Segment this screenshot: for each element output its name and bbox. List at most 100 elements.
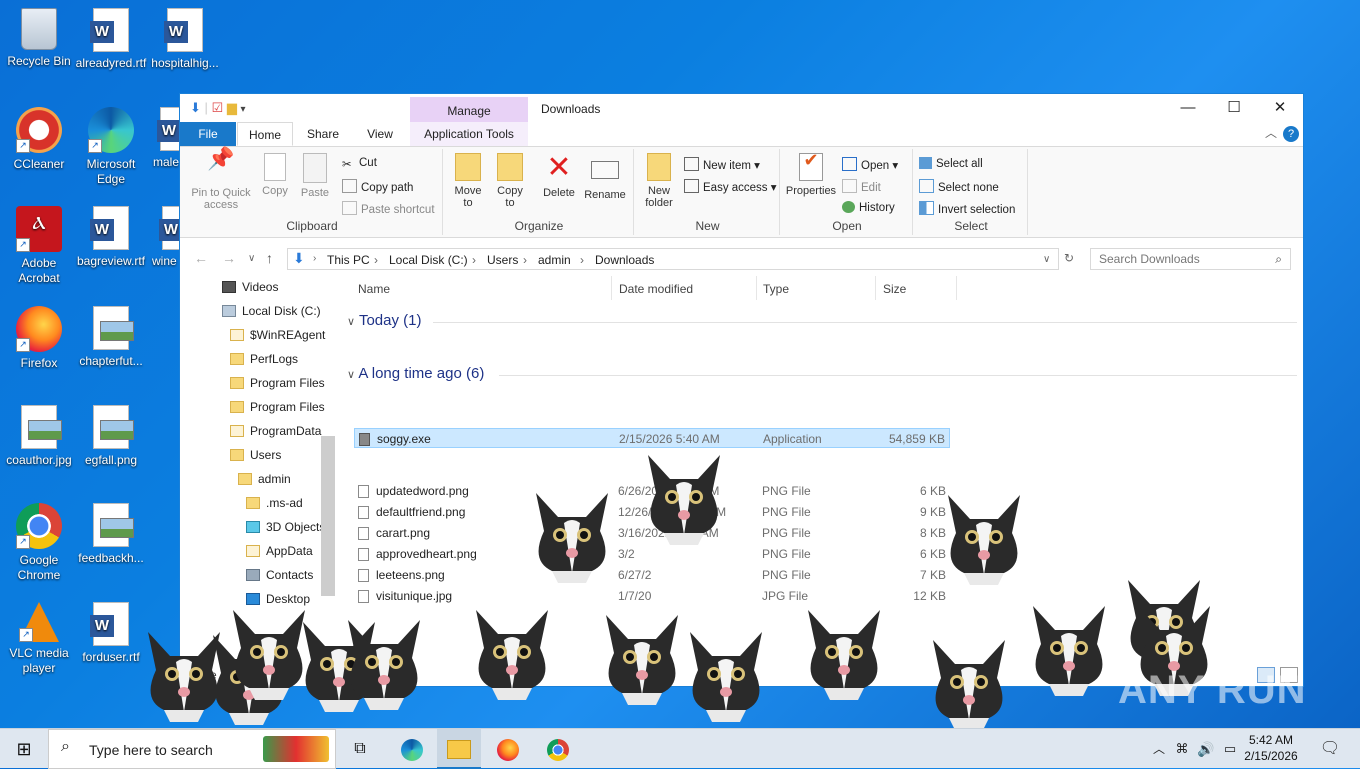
desktop-icon-ccleaner[interactable]: ↗ CCleaner — [0, 101, 78, 172]
select-none-button[interactable]: Select none — [919, 179, 999, 194]
tree-item-desktop[interactable]: Desktop — [246, 592, 310, 606]
desktop-icon-alreadyred[interactable]: alreadyred.rtf — [72, 2, 150, 71]
quick-access-toolbar[interactable]: ⬇ | ☑ ▆ ▾ — [190, 100, 245, 116]
delete-button[interactable]: ✕ Delete — [539, 153, 579, 200]
tree-item-programdata[interactable]: ProgramData — [230, 424, 321, 438]
tab-file[interactable]: File — [180, 122, 236, 146]
tab-home[interactable]: Home — [237, 122, 293, 146]
tab-share[interactable]: Share — [298, 122, 348, 146]
desktop-icon-recycle-bin[interactable]: Recycle Bin — [0, 2, 78, 69]
gift-icon[interactable] — [263, 736, 329, 762]
tree-item-winreagent[interactable]: $WinREAgent — [230, 328, 325, 342]
breadcrumb-this-pc[interactable]: This PC — [327, 253, 370, 267]
history-button[interactable]: History — [842, 201, 895, 214]
desktop-icon-chrome[interactable]: ↗ Google Chrome — [0, 497, 78, 583]
desktop-icon-bagreview[interactable]: bagreview.rtf — [72, 200, 150, 269]
column-name[interactable]: Name — [358, 282, 390, 296]
desktop-icon-edge[interactable]: ↗ Microsoft Edge — [72, 101, 150, 187]
invert-selection-button[interactable]: Invert selection — [919, 201, 1015, 216]
desktop-icon-hospitalhig[interactable]: hospitalhig... — [146, 2, 224, 71]
desktop-icon-coauthor[interactable]: coauthor.jpg — [0, 399, 78, 468]
tree-item-program-files-x86[interactable]: Program Files — [230, 400, 325, 414]
recent-chevron-icon[interactable]: ∨ — [248, 253, 255, 264]
tree-item-local-disk[interactable]: Local Disk (C:) — [222, 304, 321, 318]
tab-manage[interactable]: Manage — [410, 97, 528, 122]
desktop-icon-feedbackh[interactable]: feedbackh... — [72, 497, 150, 566]
refresh-icon[interactable]: ↻ — [1064, 251, 1074, 265]
maximize-button[interactable]: ☐ — [1211, 94, 1257, 122]
column-date-modified[interactable]: Date modified — [619, 282, 693, 296]
tree-item-3d-objects[interactable]: 3D Objects — [246, 520, 325, 534]
easy-access-button[interactable]: Easy access ▾ — [684, 179, 777, 194]
breadcrumb-local-disk[interactable]: Local Disk (C:) — [389, 253, 468, 267]
properties-icon[interactable]: ☑ — [212, 100, 224, 115]
table-row[interactable]: updatedword.png 6/26/2022 6:14 PM PNG Fi… — [354, 481, 950, 501]
rename-button[interactable]: Rename — [583, 153, 627, 201]
column-size[interactable]: Size — [883, 282, 906, 296]
paste-shortcut-button[interactable]: Paste shortcut — [342, 201, 435, 216]
tree-item-users[interactable]: Users — [230, 448, 281, 462]
taskbar-clock[interactable]: 5:42 AM 2/15/2026 — [1240, 732, 1302, 764]
show-hidden-icons-icon[interactable]: ︿ — [1150, 729, 1168, 769]
taskbar-file-explorer-icon[interactable] — [437, 729, 481, 769]
tab-application-tools[interactable]: Application Tools — [410, 122, 528, 146]
desktop-icon-firefox[interactable]: ↗ Firefox — [0, 300, 78, 371]
breadcrumb-admin[interactable]: admin — [538, 253, 571, 267]
network-icon[interactable]: ▭ — [1220, 729, 1240, 769]
tree-item-contacts[interactable]: Contacts — [246, 568, 313, 582]
tree-item-admin[interactable]: admin — [238, 472, 291, 486]
chevron-down-icon[interactable]: ▾ — [240, 104, 245, 115]
meet-now-icon[interactable]: ⌘ — [1172, 729, 1192, 769]
copy-button[interactable]: Copy — [258, 153, 292, 197]
open-button[interactable]: Open ▾ — [842, 157, 898, 172]
address-bar[interactable]: ⬇ › This PC › Local Disk (C:) › Users › … — [287, 248, 1059, 270]
address-dropdown-icon[interactable]: ∨ — [1043, 254, 1050, 265]
taskbar-chrome-icon[interactable] — [536, 729, 580, 769]
breadcrumb-downloads[interactable]: Downloads — [595, 253, 654, 267]
new-folder-button[interactable]: New folder — [640, 153, 678, 209]
notifications-icon[interactable]: 🗨 — [1312, 729, 1348, 769]
desktop-icon-acrobat[interactable]: ⲁ ↗ Adobe Acrobat — [0, 200, 78, 286]
taskbar-edge-icon[interactable] — [392, 729, 432, 769]
new-folder-icon[interactable]: ▆ — [227, 100, 237, 115]
move-to-button[interactable]: Move to — [451, 153, 485, 209]
table-row[interactable]: visitunique.jpg 1/7/20 JPG File 12 KB — [354, 586, 950, 606]
desktop-icon-vlc[interactable]: ↗ VLC media player — [0, 596, 78, 676]
edit-button[interactable]: Edit — [842, 179, 881, 194]
table-row[interactable]: soggy.exe 2/15/2026 5:40 AM Application … — [354, 428, 950, 448]
group-header-long-ago[interactable]: ∨ A long time ago (6) — [347, 365, 484, 382]
paste-button[interactable]: Paste — [298, 153, 332, 199]
tree-item-videos[interactable]: Videos — [222, 280, 278, 294]
down-arrow-icon[interactable]: ⬇ — [190, 100, 201, 115]
copy-to-button[interactable]: Copy to — [493, 153, 527, 209]
taskbar-search-box[interactable]: ⌕ Type here to search — [48, 729, 336, 769]
pin-quick-access-button[interactable]: 📌 Pin to Quick access — [186, 148, 256, 212]
column-type[interactable]: Type — [763, 282, 789, 296]
breadcrumb-users[interactable]: Users — [487, 253, 518, 267]
volume-icon[interactable]: 🔊 — [1194, 729, 1218, 769]
new-item-button[interactable]: New item ▾ — [684, 157, 760, 172]
table-row[interactable]: approvedheart.png 3/2 PNG File 6 KB — [354, 544, 950, 564]
collapse-ribbon-icon[interactable]: ︿ — [1265, 124, 1277, 141]
tree-scrollbar[interactable] — [321, 436, 335, 596]
forward-arrow-icon[interactable]: → — [222, 250, 236, 266]
cut-button[interactable]: ✂ Cut — [342, 157, 377, 171]
table-row[interactable]: leeteens.png 6/27/2 PNG File 7 KB — [354, 565, 950, 585]
group-header-today[interactable]: ∨ Today (1) — [347, 312, 422, 329]
desktop-icon-male[interactable]: male — [140, 101, 180, 170]
select-all-button[interactable]: Select all — [919, 157, 983, 170]
table-row[interactable]: carart.png 3/16/2021 1:21 AM PNG File 8 … — [354, 523, 950, 543]
help-icon[interactable]: ? — [1283, 126, 1299, 142]
close-button[interactable]: ✕ — [1257, 94, 1303, 122]
copy-path-button[interactable]: Copy path — [342, 179, 413, 194]
desktop-icon-egfall[interactable]: egfall.png — [72, 399, 150, 468]
table-row[interactable]: defaultfriend.png 12/26/2021 1:58 PM PNG… — [354, 502, 950, 522]
properties-button[interactable]: ✔ Properties — [784, 151, 838, 197]
task-view-icon[interactable]: ⧉ — [344, 729, 376, 769]
up-arrow-icon[interactable]: ↑ — [266, 250, 273, 266]
tree-item-appdata[interactable]: AppData — [246, 544, 313, 558]
tree-item-perflogs[interactable]: PerfLogs — [230, 352, 298, 366]
tab-view[interactable]: View — [355, 122, 405, 146]
back-arrow-icon[interactable]: ← — [194, 250, 208, 266]
desktop-icon-chapterfut[interactable]: chapterfut... — [72, 300, 150, 369]
